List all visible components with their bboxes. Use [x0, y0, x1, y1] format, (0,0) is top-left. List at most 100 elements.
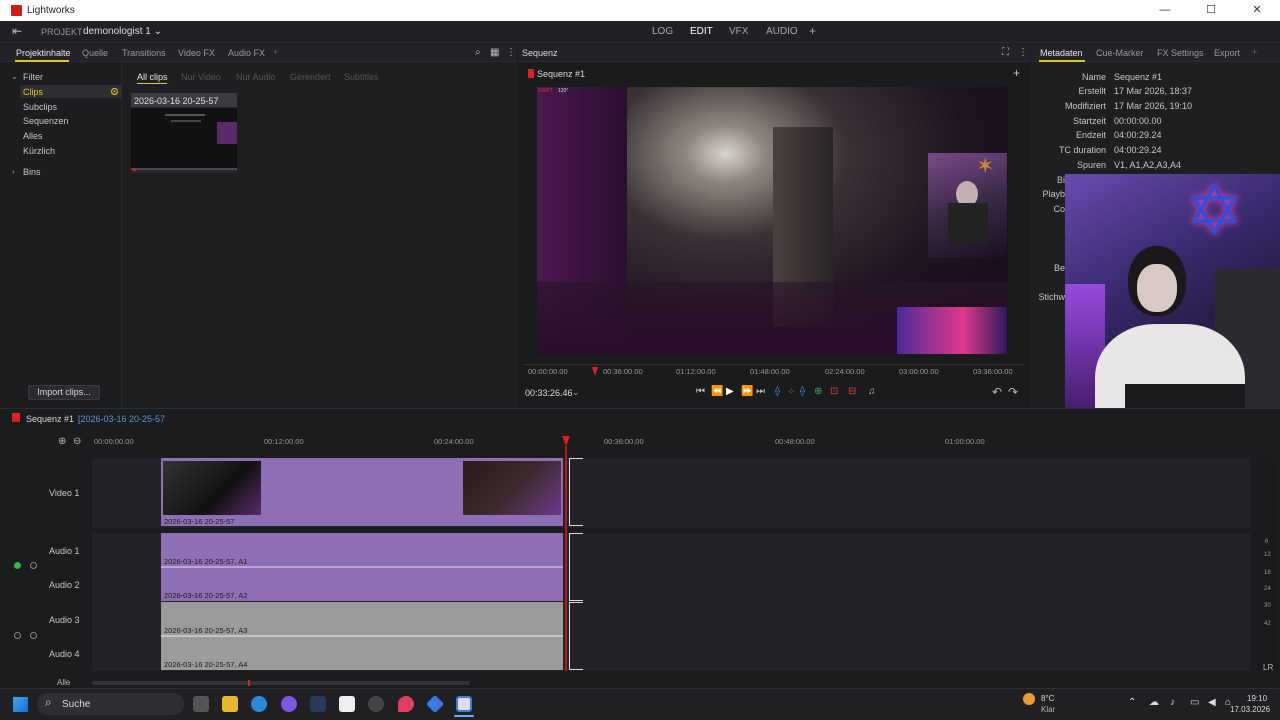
- taskbar-search-placeholder[interactable]: Suche: [62, 699, 90, 710]
- maximize-button[interactable]: ☐: [1188, 0, 1234, 21]
- chevron-up-icon[interactable]: ⌃: [1128, 697, 1136, 708]
- zoom-in-icon[interactable]: ⊕: [58, 436, 66, 447]
- tab-video-fx[interactable]: Video FX: [178, 48, 215, 58]
- tab-metadaten[interactable]: Metadaten: [1040, 48, 1083, 58]
- filter-nur-audio[interactable]: Nur Audio: [236, 72, 276, 82]
- microphone-icon[interactable]: ♪: [1170, 697, 1175, 708]
- step-back-icon[interactable]: ⏪: [711, 386, 723, 397]
- timeline-scrollbar[interactable]: [92, 681, 470, 685]
- tray-app-icon[interactable]: ☁: [1149, 697, 1159, 708]
- minimize-button[interactable]: —: [1142, 0, 1188, 21]
- volume-icon[interactable]: ◀: [1208, 697, 1216, 708]
- go-to-end-icon[interactable]: ⏭: [756, 386, 765, 397]
- replace-icon[interactable]: ⊡: [830, 386, 838, 397]
- timeline-source-name[interactable]: [2026-03-16 20-25-57: [78, 414, 165, 424]
- tab-transitions[interactable]: Transitions: [122, 48, 166, 58]
- meta-value-name[interactable]: Sequenz #1: [1114, 72, 1162, 82]
- nav-add-button[interactable]: +: [809, 24, 816, 38]
- nav-log[interactable]: LOG: [652, 26, 673, 37]
- grid-view-icon[interactable]: ▦: [490, 47, 499, 58]
- audio-mute-toggle-icon[interactable]: [30, 632, 37, 639]
- audio-solo-toggle-icon[interactable]: [14, 632, 21, 639]
- sidebar-item-subclips[interactable]: Subclips: [23, 102, 57, 112]
- weather-desc[interactable]: Klar: [1041, 705, 1055, 714]
- meta-value-startzeit[interactable]: 00:00:00.00: [1114, 116, 1162, 126]
- video-preview[interactable]: DRIFT 120° ✶: [537, 87, 1008, 354]
- timeline-playhead-handle[interactable]: [562, 436, 570, 446]
- filter-nur-video[interactable]: Nur Video: [181, 72, 221, 82]
- edit-point-bracket[interactable]: [569, 602, 583, 670]
- windows-start-icon[interactable]: [13, 697, 28, 712]
- filter-header[interactable]: Filter: [23, 72, 43, 82]
- nav-audio[interactable]: AUDIO: [766, 26, 798, 37]
- viewer-timecode[interactable]: 00:33:26.46: [525, 388, 573, 398]
- clock-date[interactable]: 17.03.2026: [1230, 705, 1270, 714]
- video-clip[interactable]: 2026-03-16 20-25-57: [161, 458, 563, 526]
- discord-icon[interactable]: [281, 696, 297, 712]
- sidebar-item-bins[interactable]: Bins: [23, 167, 41, 177]
- audio-clip-a1-a2[interactable]: 2026-03-16 20-25-57, A1 2026-03-16 20-25…: [161, 533, 563, 601]
- delete-icon[interactable]: ⊟: [848, 386, 856, 397]
- taskbar-search-box[interactable]: [37, 693, 184, 715]
- redo-icon[interactable]: ↷: [1008, 385, 1018, 399]
- audio-clip-a3-a4[interactable]: 2026-03-16 20-25-57, A3 2026-03-16 20-25…: [161, 602, 563, 670]
- tab-quelle[interactable]: Quelle: [82, 48, 108, 58]
- lightworks-taskbar-icon[interactable]: [456, 696, 472, 712]
- sidebar-item-alles[interactable]: Alles: [23, 131, 43, 141]
- exit-project-icon[interactable]: ⇤: [12, 24, 22, 38]
- audio-solo-toggle-icon[interactable]: [14, 562, 21, 569]
- step-forward-icon[interactable]: ⏩: [741, 386, 753, 397]
- edit-point-bracket[interactable]: [569, 458, 583, 526]
- go-to-start-icon[interactable]: ⏮: [696, 386, 705, 397]
- viewer-playhead[interactable]: [592, 367, 598, 376]
- weather-temp[interactable]: 8°C: [1041, 694, 1054, 703]
- location-app-icon[interactable]: [398, 696, 414, 712]
- obs-icon[interactable]: [368, 696, 384, 712]
- clip-card[interactable]: 2026-03-16 20-25-57: [131, 93, 237, 173]
- filter-subtitles[interactable]: Subtitles: [344, 72, 379, 82]
- audio-mute-toggle-icon[interactable]: [30, 562, 37, 569]
- sidebar-item-sequenzen[interactable]: Sequenzen: [23, 116, 69, 126]
- chevron-right-icon[interactable]: ›: [12, 167, 15, 176]
- tab-add-button[interactable]: +: [273, 47, 278, 57]
- track-label-audio2[interactable]: Audio 2: [49, 580, 80, 590]
- tab-cue-marker[interactable]: Cue-Marker: [1096, 48, 1144, 58]
- sidebar-item-kuerzlich[interactable]: Kürzlich: [23, 146, 55, 156]
- timecode-dropdown-icon[interactable]: ⌄: [572, 387, 580, 398]
- filter-gerendert[interactable]: Gerendert: [290, 72, 331, 82]
- track-label-audio4[interactable]: Audio 4: [49, 649, 80, 659]
- undo-icon[interactable]: ↶: [992, 385, 1002, 399]
- zoom-out-icon[interactable]: ⊖: [73, 436, 81, 447]
- viewer-add-button[interactable]: +: [1013, 66, 1020, 80]
- weather-icon[interactable]: [1023, 693, 1035, 705]
- sidebar-item-clips[interactable]: Clips: [23, 87, 43, 97]
- edge-browser-icon[interactable]: [251, 696, 267, 712]
- project-name-dropdown[interactable]: demonologist 1 ⌄: [83, 26, 162, 37]
- task-view-icon[interactable]: [193, 696, 209, 712]
- tab-fx-settings[interactable]: FX Settings: [1157, 48, 1204, 58]
- mark-in-icon[interactable]: ⟠: [775, 386, 780, 397]
- track-label-audio1[interactable]: Audio 1: [49, 546, 80, 556]
- tab-add-right[interactable]: +: [1252, 47, 1257, 57]
- voiceover-mic-icon[interactable]: ♫: [868, 386, 876, 397]
- tab-audio-fx[interactable]: Audio FX: [228, 48, 265, 58]
- app-icon[interactable]: [339, 696, 355, 712]
- clock-time[interactable]: 19:10: [1247, 694, 1267, 703]
- all-tracks-label[interactable]: Alle: [57, 678, 70, 687]
- fullscreen-icon[interactable]: ⛶: [1002, 47, 1009, 58]
- track-label-video1[interactable]: Video 1: [49, 488, 79, 498]
- file-explorer-icon[interactable]: [222, 696, 238, 712]
- edit-point-bracket[interactable]: [569, 533, 583, 601]
- import-clips-button[interactable]: Import clips...: [28, 385, 100, 400]
- display-icon[interactable]: ▭: [1190, 697, 1199, 708]
- chevron-down-icon[interactable]: ⌄: [11, 72, 18, 81]
- timeline-playhead-line[interactable]: [565, 446, 567, 671]
- tab-export[interactable]: Export: [1214, 48, 1240, 58]
- more-menu-icon[interactable]: ⋮: [506, 47, 516, 58]
- viewer-more-icon[interactable]: ⋮: [1018, 47, 1028, 58]
- play-icon[interactable]: ▶: [726, 386, 734, 397]
- insert-icon[interactable]: ⊕: [814, 386, 822, 397]
- mark-out-icon[interactable]: ⟠: [800, 386, 805, 397]
- steam-icon[interactable]: [310, 696, 326, 712]
- track-label-audio3[interactable]: Audio 3: [49, 615, 80, 625]
